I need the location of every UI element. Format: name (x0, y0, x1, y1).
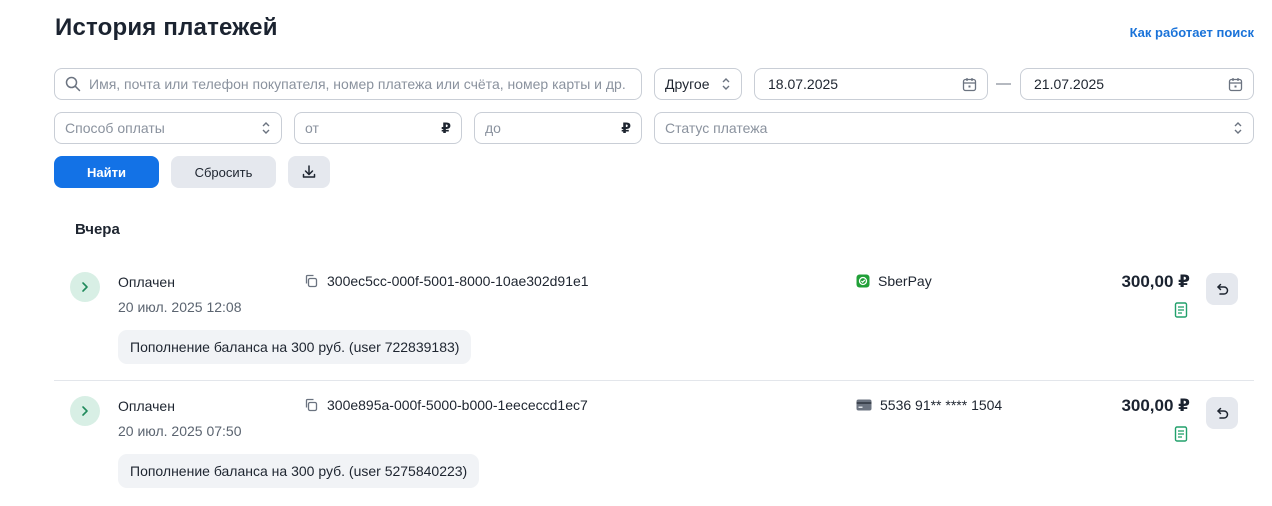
copy-icon[interactable] (304, 398, 318, 412)
payment-method: SberPay (856, 273, 932, 289)
reset-button[interactable]: Сбросить (171, 156, 276, 188)
payment-row[interactable]: Оплачен 20 июл. 2025 07:50 300e895a-000f… (54, 382, 1254, 506)
payment-id: 300ec5cc-000f-5001-8000-10ae302d91e1 (304, 273, 589, 289)
payment-method-text: 5536 91** **** 1504 (880, 397, 1003, 413)
payment-method-select[interactable]: Способ оплаты (54, 112, 282, 144)
bank-card-icon (856, 399, 872, 411)
payment-status: Оплачен (118, 274, 175, 290)
search-placeholder: Имя, почта или телефон покупателя, номер… (89, 76, 626, 92)
calendar-icon[interactable] (1228, 77, 1243, 92)
undo-icon (1214, 282, 1230, 296)
search-icon (65, 76, 81, 92)
search-input[interactable]: Имя, почта или телефон покупателя, номер… (54, 68, 642, 100)
row-divider (54, 380, 1254, 381)
date-separator: — (996, 75, 1011, 92)
amount-to-placeholder: до (485, 120, 501, 136)
receipt-icon[interactable] (1174, 426, 1188, 442)
ruble-icon: ₽ (441, 119, 451, 136)
search-help-link[interactable]: Как работает поиск (1130, 25, 1254, 40)
amount-to-input[interactable]: до ₽ (474, 112, 642, 144)
period-value: Другое (665, 76, 710, 92)
refund-button[interactable] (1206, 273, 1238, 305)
chevron-right-icon (80, 405, 90, 417)
copy-icon[interactable] (304, 274, 318, 288)
calendar-icon[interactable] (962, 77, 977, 92)
payment-status: Оплачен (118, 398, 175, 414)
undo-icon (1214, 406, 1230, 420)
expand-button[interactable] (70, 272, 100, 302)
payment-status-select[interactable]: Статус платежа (654, 112, 1254, 144)
payment-datetime: 20 июл. 2025 12:08 (118, 299, 242, 315)
page-title: История платежей (55, 14, 278, 41)
section-title-yesterday: Вчера (75, 221, 120, 238)
refund-button[interactable] (1206, 397, 1238, 429)
payment-id-text: 300ec5cc-000f-5001-8000-10ae302d91e1 (327, 273, 589, 289)
payment-method: 5536 91** **** 1504 (856, 397, 1002, 413)
payment-amount: 300,00 ₽ (1121, 272, 1190, 291)
chevron-updown-icon (261, 121, 271, 135)
chevron-updown-icon (721, 77, 731, 91)
payment-amount: 300,00 ₽ (1121, 396, 1190, 415)
period-select[interactable]: Другое (654, 68, 742, 100)
date-from-value: 18.07.2025 (768, 76, 839, 92)
download-icon (301, 164, 317, 180)
download-button[interactable] (288, 156, 330, 188)
amount-from-placeholder: от (305, 120, 319, 136)
payment-id-text: 300e895a-000f-5000-b000-1eececcd1ec7 (327, 397, 588, 413)
payment-method-text: SberPay (878, 273, 932, 289)
payment-row[interactable]: Оплачен 20 июл. 2025 12:08 300ec5cc-000f… (54, 258, 1254, 382)
payment-description: Пополнение баланса на 300 руб. (user 527… (118, 454, 480, 488)
receipt-icon[interactable] (1174, 302, 1188, 318)
chevron-right-icon (80, 281, 90, 293)
amount-from-input[interactable]: от ₽ (294, 112, 462, 144)
payment-status-placeholder: Статус платежа (665, 120, 768, 136)
date-to-input[interactable]: 21.07.2025 (1020, 68, 1254, 100)
chevron-updown-icon (1233, 121, 1243, 135)
payment-id: 300e895a-000f-5000-b000-1eececcd1ec7 (304, 397, 588, 413)
date-from-input[interactable]: 18.07.2025 (754, 68, 988, 100)
payment-method-placeholder: Способ оплаты (65, 120, 165, 136)
sberpay-icon (856, 274, 870, 288)
expand-button[interactable] (70, 396, 100, 426)
find-button[interactable]: Найти (54, 156, 159, 188)
date-to-value: 21.07.2025 (1034, 76, 1105, 92)
payment-description: Пополнение баланса на 300 руб. (user 722… (118, 330, 472, 364)
ruble-icon: ₽ (621, 119, 631, 136)
payment-datetime: 20 июл. 2025 07:50 (118, 423, 242, 439)
